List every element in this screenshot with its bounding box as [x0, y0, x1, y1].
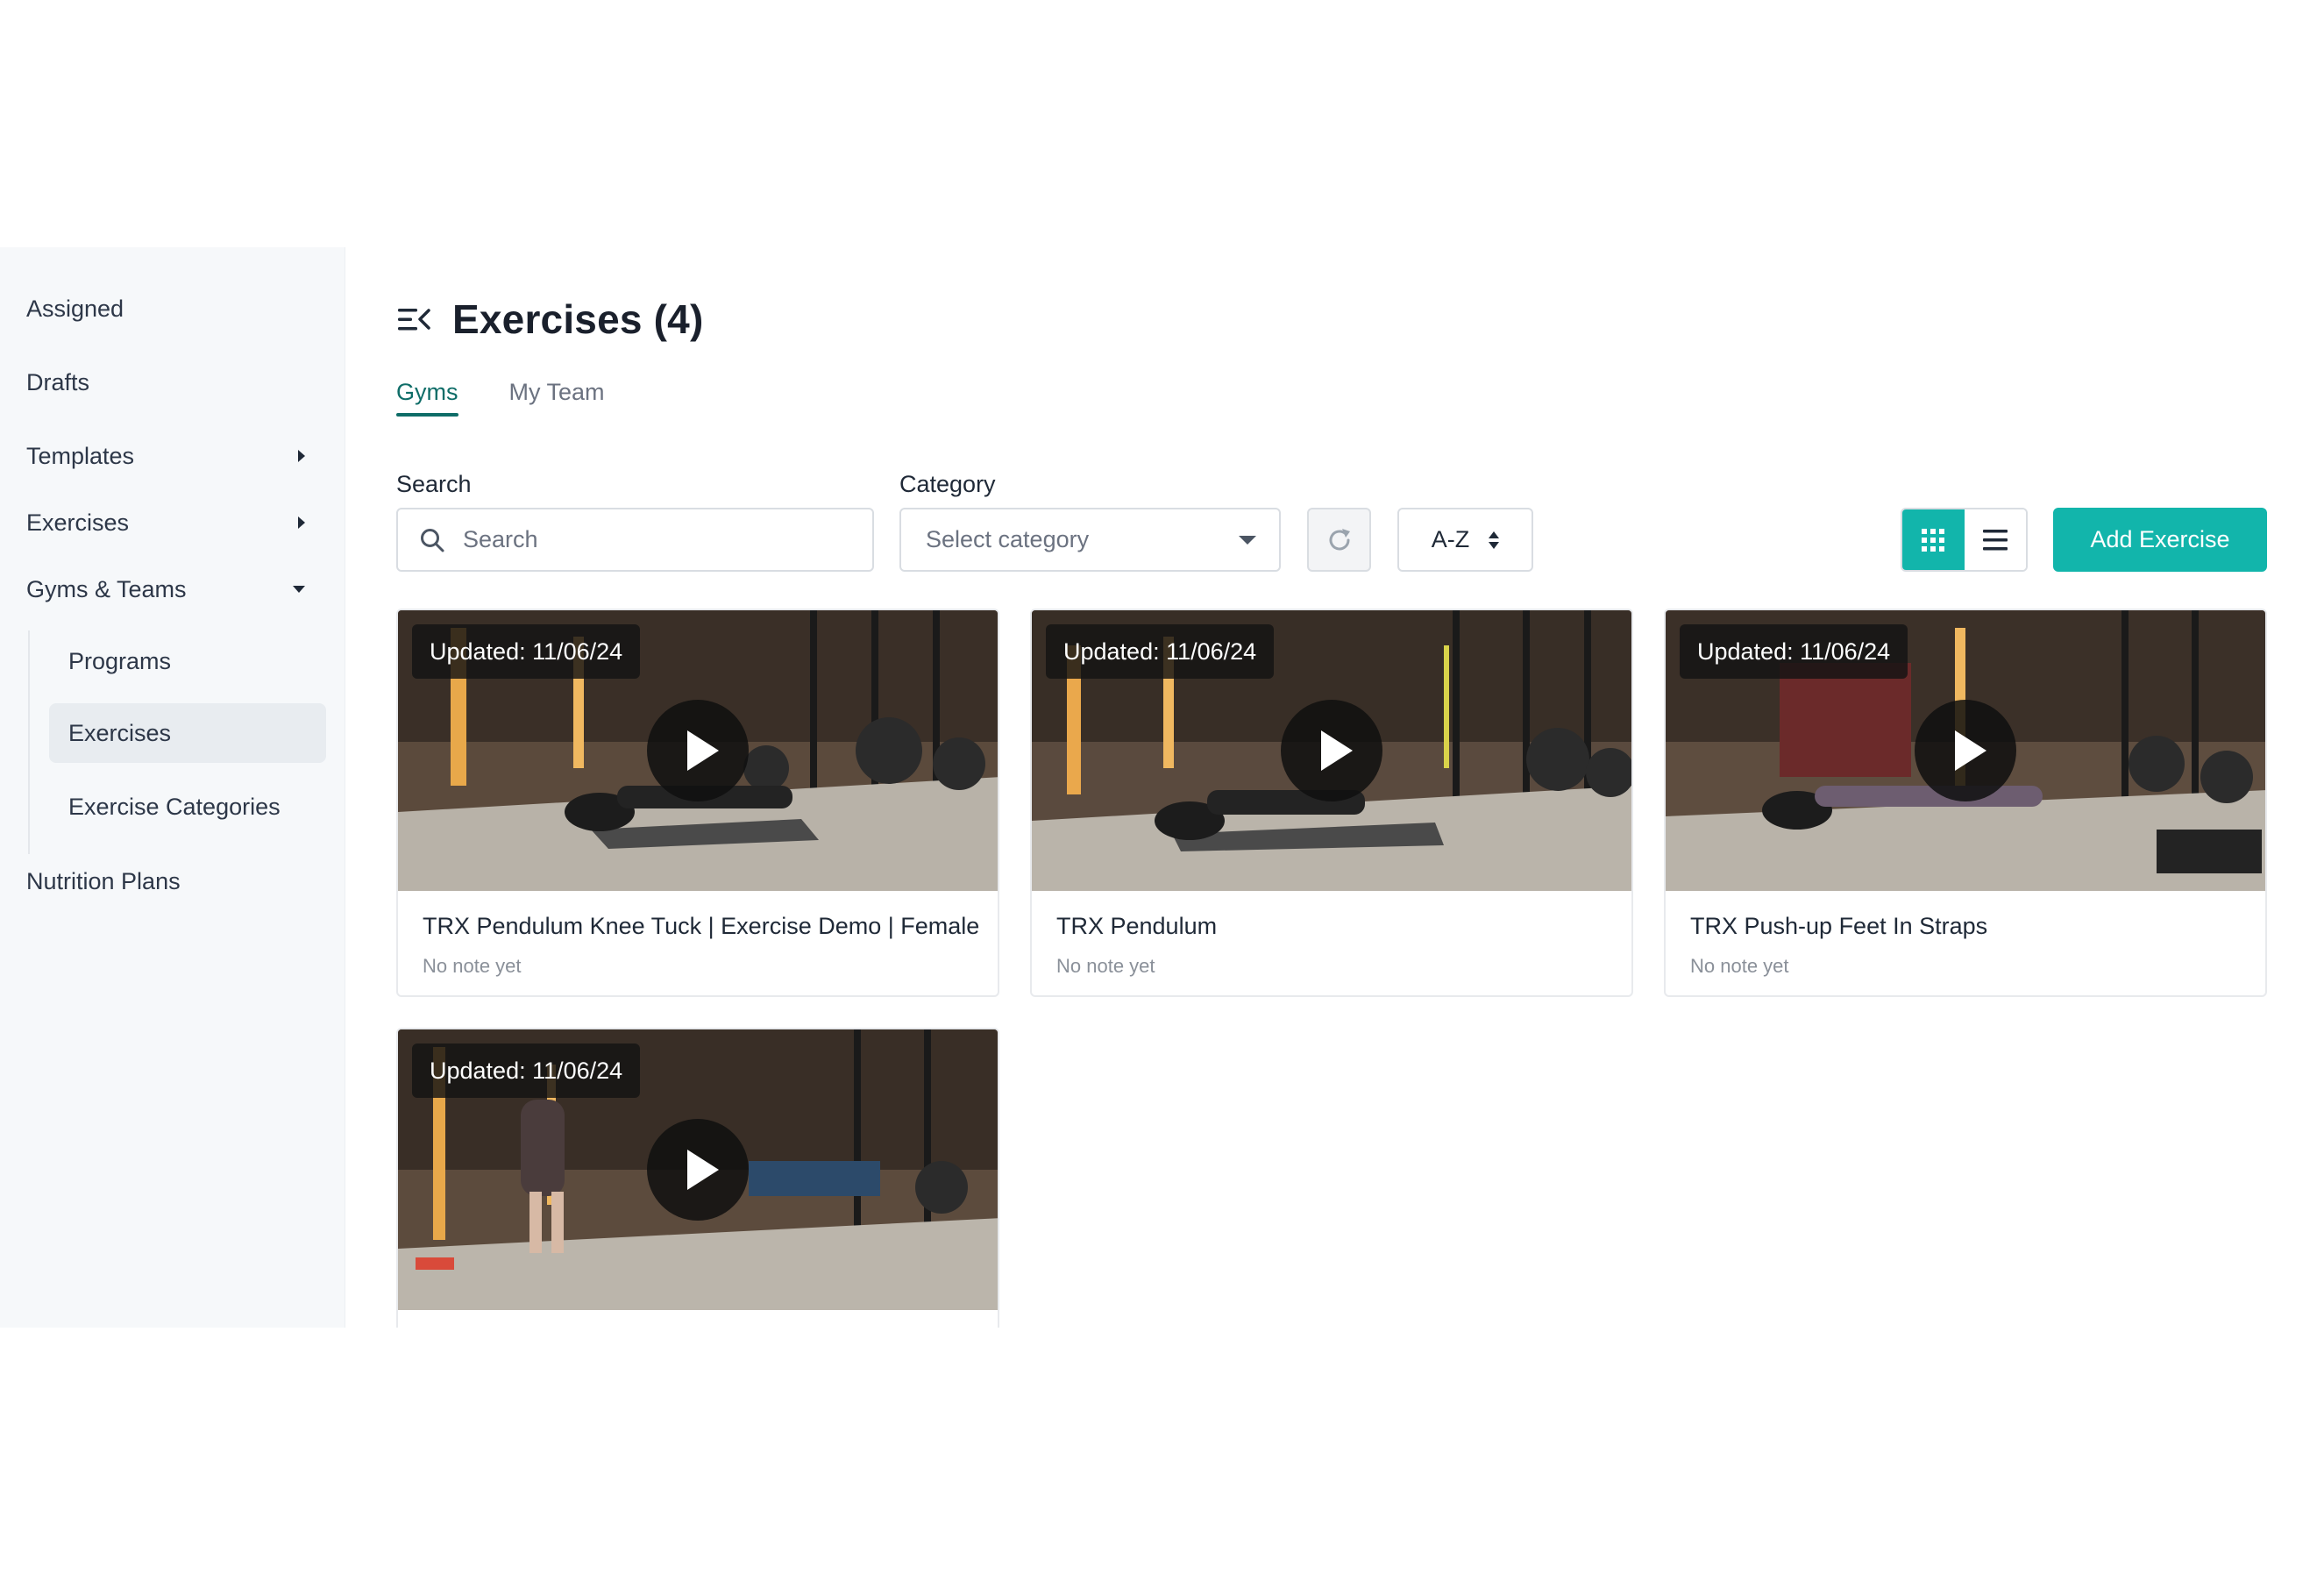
caret-right-icon [298, 450, 305, 462]
sidebar-subitem-label: Programs [68, 647, 172, 674]
sidebar: Assigned Drafts Templates Exercises Gyms… [0, 247, 345, 1328]
sidebar-item-label: Gyms & Teams [26, 575, 187, 602]
search-input[interactable] [461, 525, 847, 554]
search-field[interactable] [396, 508, 874, 572]
tab-my-team[interactable]: My Team [509, 379, 605, 417]
dropdown-arrow-icon [1239, 535, 1256, 545]
exercise-card[interactable]: Updated: 11/06/24 [396, 1028, 999, 1328]
tab-gyms[interactable]: Gyms [396, 379, 458, 417]
sidebar-item-nutrition-plans[interactable]: Nutrition Plans [26, 855, 316, 908]
sidebar-item-label: Templates [26, 442, 135, 469]
sidebar-item-label: Nutrition Plans [26, 867, 181, 894]
sort-button[interactable]: A-Z [1397, 508, 1533, 572]
sidebar-subitem-programs[interactable]: Programs [49, 631, 326, 691]
caret-right-icon [298, 516, 305, 529]
caret-down-icon [293, 586, 305, 593]
page-title: Exercises (4) [452, 296, 704, 342]
tab-bar: Gyms My Team [396, 379, 605, 417]
updated-badge: Updated: 11/06/24 [1046, 624, 1275, 679]
exercise-title: TRX Pendulum Knee Tuck | Exercise Demo |… [423, 913, 980, 939]
updated-badge: Updated: 11/06/24 [412, 1043, 641, 1098]
sidebar-item-gyms-teams[interactable]: Gyms & Teams [26, 563, 316, 616]
add-exercise-button[interactable]: Add Exercise [2053, 508, 2267, 572]
sidebar-item-label: Assigned [26, 295, 124, 322]
video-thumbnail[interactable]: Updated: 11/06/24 [398, 610, 998, 891]
exercise-note: No note yet [1690, 955, 1789, 977]
sidebar-subitem-label: Exercises [68, 719, 172, 746]
sidebar-item-drafts[interactable]: Drafts [26, 356, 316, 409]
exercise-note: No note yet [423, 955, 522, 977]
sidebar-item-exercises[interactable]: Exercises [26, 496, 316, 549]
list-view-button[interactable] [1964, 509, 2026, 570]
refresh-icon [1329, 528, 1350, 550]
play-icon[interactable] [647, 700, 749, 801]
sort-label: A-Z [1431, 526, 1470, 552]
video-thumbnail[interactable]: Updated: 11/06/24 [398, 1029, 998, 1310]
submenu-divider [28, 630, 30, 854]
video-thumbnail[interactable]: Updated: 11/06/24 [1032, 610, 1631, 891]
list-icon [1982, 529, 2008, 550]
play-icon[interactable] [1915, 700, 2016, 801]
sidebar-subitem-exercise-categories[interactable]: Exercise Categories [49, 777, 326, 837]
sidebar-subitem-label: Exercise Categories [68, 793, 281, 820]
sort-arrows-icon [1489, 531, 1500, 550]
play-icon[interactable] [1281, 700, 1382, 801]
exercise-title: TRX Push-up Feet In Straps [1690, 913, 1988, 939]
page-header: Exercises (4) [396, 291, 703, 347]
main-content: Exercises (4) Gyms My Team Search Catego… [345, 247, 2324, 1328]
exercise-card[interactable]: Updated: 11/06/24 TRX Push-up Feet In St… [1664, 609, 2267, 997]
updated-badge: Updated: 11/06/24 [412, 624, 641, 679]
collapse-sidebar-icon[interactable] [396, 305, 431, 333]
view-toggle [1901, 508, 2028, 572]
grid-view-button[interactable] [1902, 509, 1965, 570]
category-select[interactable]: Select category [899, 508, 1281, 572]
app-window: Assigned Drafts Templates Exercises Gyms… [0, 247, 2324, 1328]
video-thumbnail[interactable]: Updated: 11/06/24 [1666, 610, 2265, 891]
updated-badge: Updated: 11/06/24 [1680, 624, 1908, 679]
grid-icon [1922, 528, 1945, 552]
sidebar-item-label: Exercises [26, 509, 130, 536]
exercise-title: TRX Pendulum [1056, 913, 1218, 939]
exercise-card[interactable]: Updated: 11/06/24 TRX Pendulum Knee Tuck… [396, 609, 999, 997]
sidebar-item-assigned[interactable]: Assigned [26, 282, 316, 335]
sidebar-subitem-exercises[interactable]: Exercises [49, 703, 326, 763]
search-icon [421, 528, 444, 552]
exercise-note: No note yet [1056, 955, 1155, 977]
sidebar-item-label: Drafts [26, 368, 90, 395]
sidebar-item-templates[interactable]: Templates [26, 430, 316, 482]
category-select-value: Select category [926, 526, 1090, 552]
search-label: Search [396, 471, 472, 497]
refresh-button[interactable] [1307, 508, 1371, 572]
exercise-card[interactable]: Updated: 11/06/24 TRX Pendulum No note y… [1030, 609, 1633, 997]
play-icon[interactable] [647, 1119, 749, 1221]
category-label: Category [899, 471, 996, 497]
